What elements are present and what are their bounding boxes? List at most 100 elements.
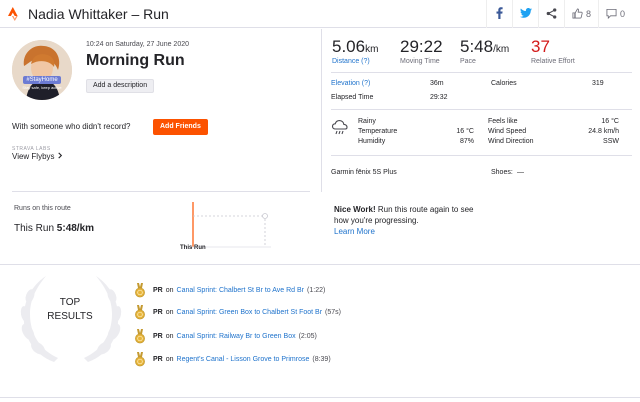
elapsed-time-value: 29:32 [430, 94, 448, 101]
activity-stats: 5.06km Distance (?) 29:22 Moving Time 5:… [321, 29, 640, 192]
pr-on-text: on [165, 308, 174, 316]
pr-badge: PR [153, 286, 163, 294]
activity-page: Nadia Whittaker – Run 8 0 #StayHome Stay… [0, 0, 640, 402]
twitter-share-button[interactable] [512, 0, 538, 28]
rain-cloud-icon [331, 118, 349, 136]
medal-icon [135, 328, 145, 343]
elapsed-time-label: Elapsed Time [331, 94, 374, 101]
segment-time: (57s) [325, 308, 341, 316]
segment-link[interactable]: Canal Sprint: Railway Br to Green Box [177, 333, 296, 340]
pace-value: 5:48 [460, 37, 494, 56]
avatar[interactable]: #StayHome Stay safe, keep active [12, 40, 72, 100]
strava-logo-icon[interactable] [6, 6, 22, 22]
activity-title[interactable]: Morning Run [86, 52, 185, 70]
top-results-title-line1: TOP [59, 297, 81, 308]
top-results-title: TOP RESULTS [36, 296, 104, 324]
shoes-label: Shoes: [491, 169, 513, 176]
pr-on-text: on [165, 332, 174, 340]
feels-like-label: Feels like [488, 118, 518, 125]
segment-time: (1:22) [307, 286, 326, 294]
segment-link[interactable]: Canal Sprint: Green Box to Chalbert St F… [177, 309, 323, 316]
wind-direction-value: SSW [603, 138, 619, 145]
pace-label: Pace [460, 58, 476, 65]
pr-badge: PR [153, 355, 163, 363]
pr-badge: PR [153, 308, 163, 316]
stat-moving-time: 29:22 Moving Time [400, 37, 443, 65]
comment-icon [606, 8, 617, 21]
chart-caption: This Run [180, 245, 206, 251]
this-run-pace: 5:48/km [56, 223, 95, 234]
header-actions: 8 0 [486, 0, 632, 28]
humidity-label: Humidity [358, 138, 386, 145]
pace-point [262, 213, 268, 219]
moving-time-label: Moving Time [400, 58, 440, 65]
add-description-button[interactable]: Add a description [86, 79, 155, 93]
kudos-count: 8 [585, 9, 591, 19]
route-comparison: Runs on this route This Run 5:48/km This… [0, 192, 640, 265]
elevation-value: 36m [430, 80, 444, 87]
nice-work-message: Nice Work! Run this route again to see h… [334, 204, 474, 237]
activity-datetime: 10:24 on Saturday, 27 June 2020 [86, 41, 190, 48]
distance-value: 5.06 [332, 37, 366, 56]
share-icon [546, 7, 557, 21]
stat-relative-effort[interactable]: 37 Relative Effort [531, 37, 575, 65]
list-item: PR on Canal Sprint: Green Box to Chalber… [134, 304, 341, 320]
runs-on-route-label: Runs on this route [14, 205, 71, 212]
avatar-badge-text: #StayHome [23, 76, 61, 84]
learn-more-link[interactable]: Learn More [334, 227, 375, 236]
stat-distance: 5.06km Distance (?) [332, 37, 378, 65]
avatar-badge-subtext: Stay safe, keep active [22, 85, 62, 90]
twitter-icon [519, 8, 532, 20]
weather-divider [331, 155, 632, 156]
elevation-label[interactable]: Elevation (?) [331, 80, 370, 87]
stat-pace: 5:48/km Pace [460, 37, 509, 65]
relative-effort-label: Relative Effort [531, 58, 575, 65]
list-item: PR on Canal Sprint: Chalbert St Br to Av… [134, 282, 325, 298]
calories-value: 319 [592, 80, 604, 87]
add-friends-button[interactable]: Add Friends [153, 119, 208, 135]
activity-header: Nadia Whittaker – Run 8 0 [0, 0, 640, 28]
wind-direction-label: Wind Direction [488, 138, 534, 145]
calories-label: Calories [491, 80, 517, 87]
weather-condition: Rainy [358, 118, 376, 125]
facebook-share-button[interactable] [486, 0, 512, 28]
this-run-summary: This Run 5:48/km [14, 223, 94, 234]
relative-effort-value: 37 [531, 37, 550, 56]
thumbs-up-icon [572, 8, 583, 21]
device-name: Garmin fēnix 5S Plus [331, 169, 397, 176]
shoes-value: — [517, 169, 524, 176]
share-button[interactable] [538, 0, 564, 28]
segment-time: (8:39) [312, 355, 331, 363]
pr-badge: PR [153, 332, 163, 340]
wind-speed-value: 24.8 km/h [588, 128, 619, 135]
top-results-title-line2: RESULTS [47, 311, 93, 322]
pace-unit: /km [493, 44, 510, 55]
details-divider [331, 109, 632, 110]
distance-label[interactable]: Distance (?) [332, 58, 378, 65]
avatar-badge: #StayHome Stay safe, keep active [12, 73, 72, 90]
comment-count: 0 [619, 9, 625, 19]
view-flybys-link[interactable]: View Flybys [12, 152, 63, 161]
stats-divider [331, 72, 632, 73]
pr-on-text: on [165, 286, 174, 294]
wind-speed-label: Wind Speed [488, 128, 527, 135]
temperature-label: Temperature [358, 128, 398, 135]
medal-icon [135, 304, 145, 319]
chevron-right-icon [57, 152, 63, 161]
moving-time-value: 29:22 [400, 37, 443, 56]
segment-link[interactable]: Regent's Canal - Lisson Grove to Primros… [177, 356, 310, 363]
view-flybys-label: View Flybys [12, 152, 55, 161]
top-results-section: TOP RESULTS PR on Canal Sprint: Chalbert… [0, 266, 640, 398]
segment-time: (2:05) [298, 332, 317, 340]
segment-link[interactable]: Canal Sprint: Chalbert St Br to Ave Rd B… [177, 287, 305, 294]
this-run-label: This Run [14, 223, 55, 234]
list-item: PR on Canal Sprint: Railway Br to Green … [134, 328, 317, 344]
activity-summary: #StayHome Stay safe, keep active 10:24 o… [0, 29, 321, 192]
kudos-button[interactable]: 8 [564, 0, 598, 28]
temperature-value: 16 °C [456, 128, 474, 135]
comment-button[interactable]: 0 [598, 0, 632, 28]
feels-like-value: 16 °C [601, 118, 619, 125]
pr-on-text: on [165, 355, 174, 363]
list-item: PR on Regent's Canal - Lisson Grove to P… [134, 351, 331, 367]
medal-icon [135, 351, 145, 366]
